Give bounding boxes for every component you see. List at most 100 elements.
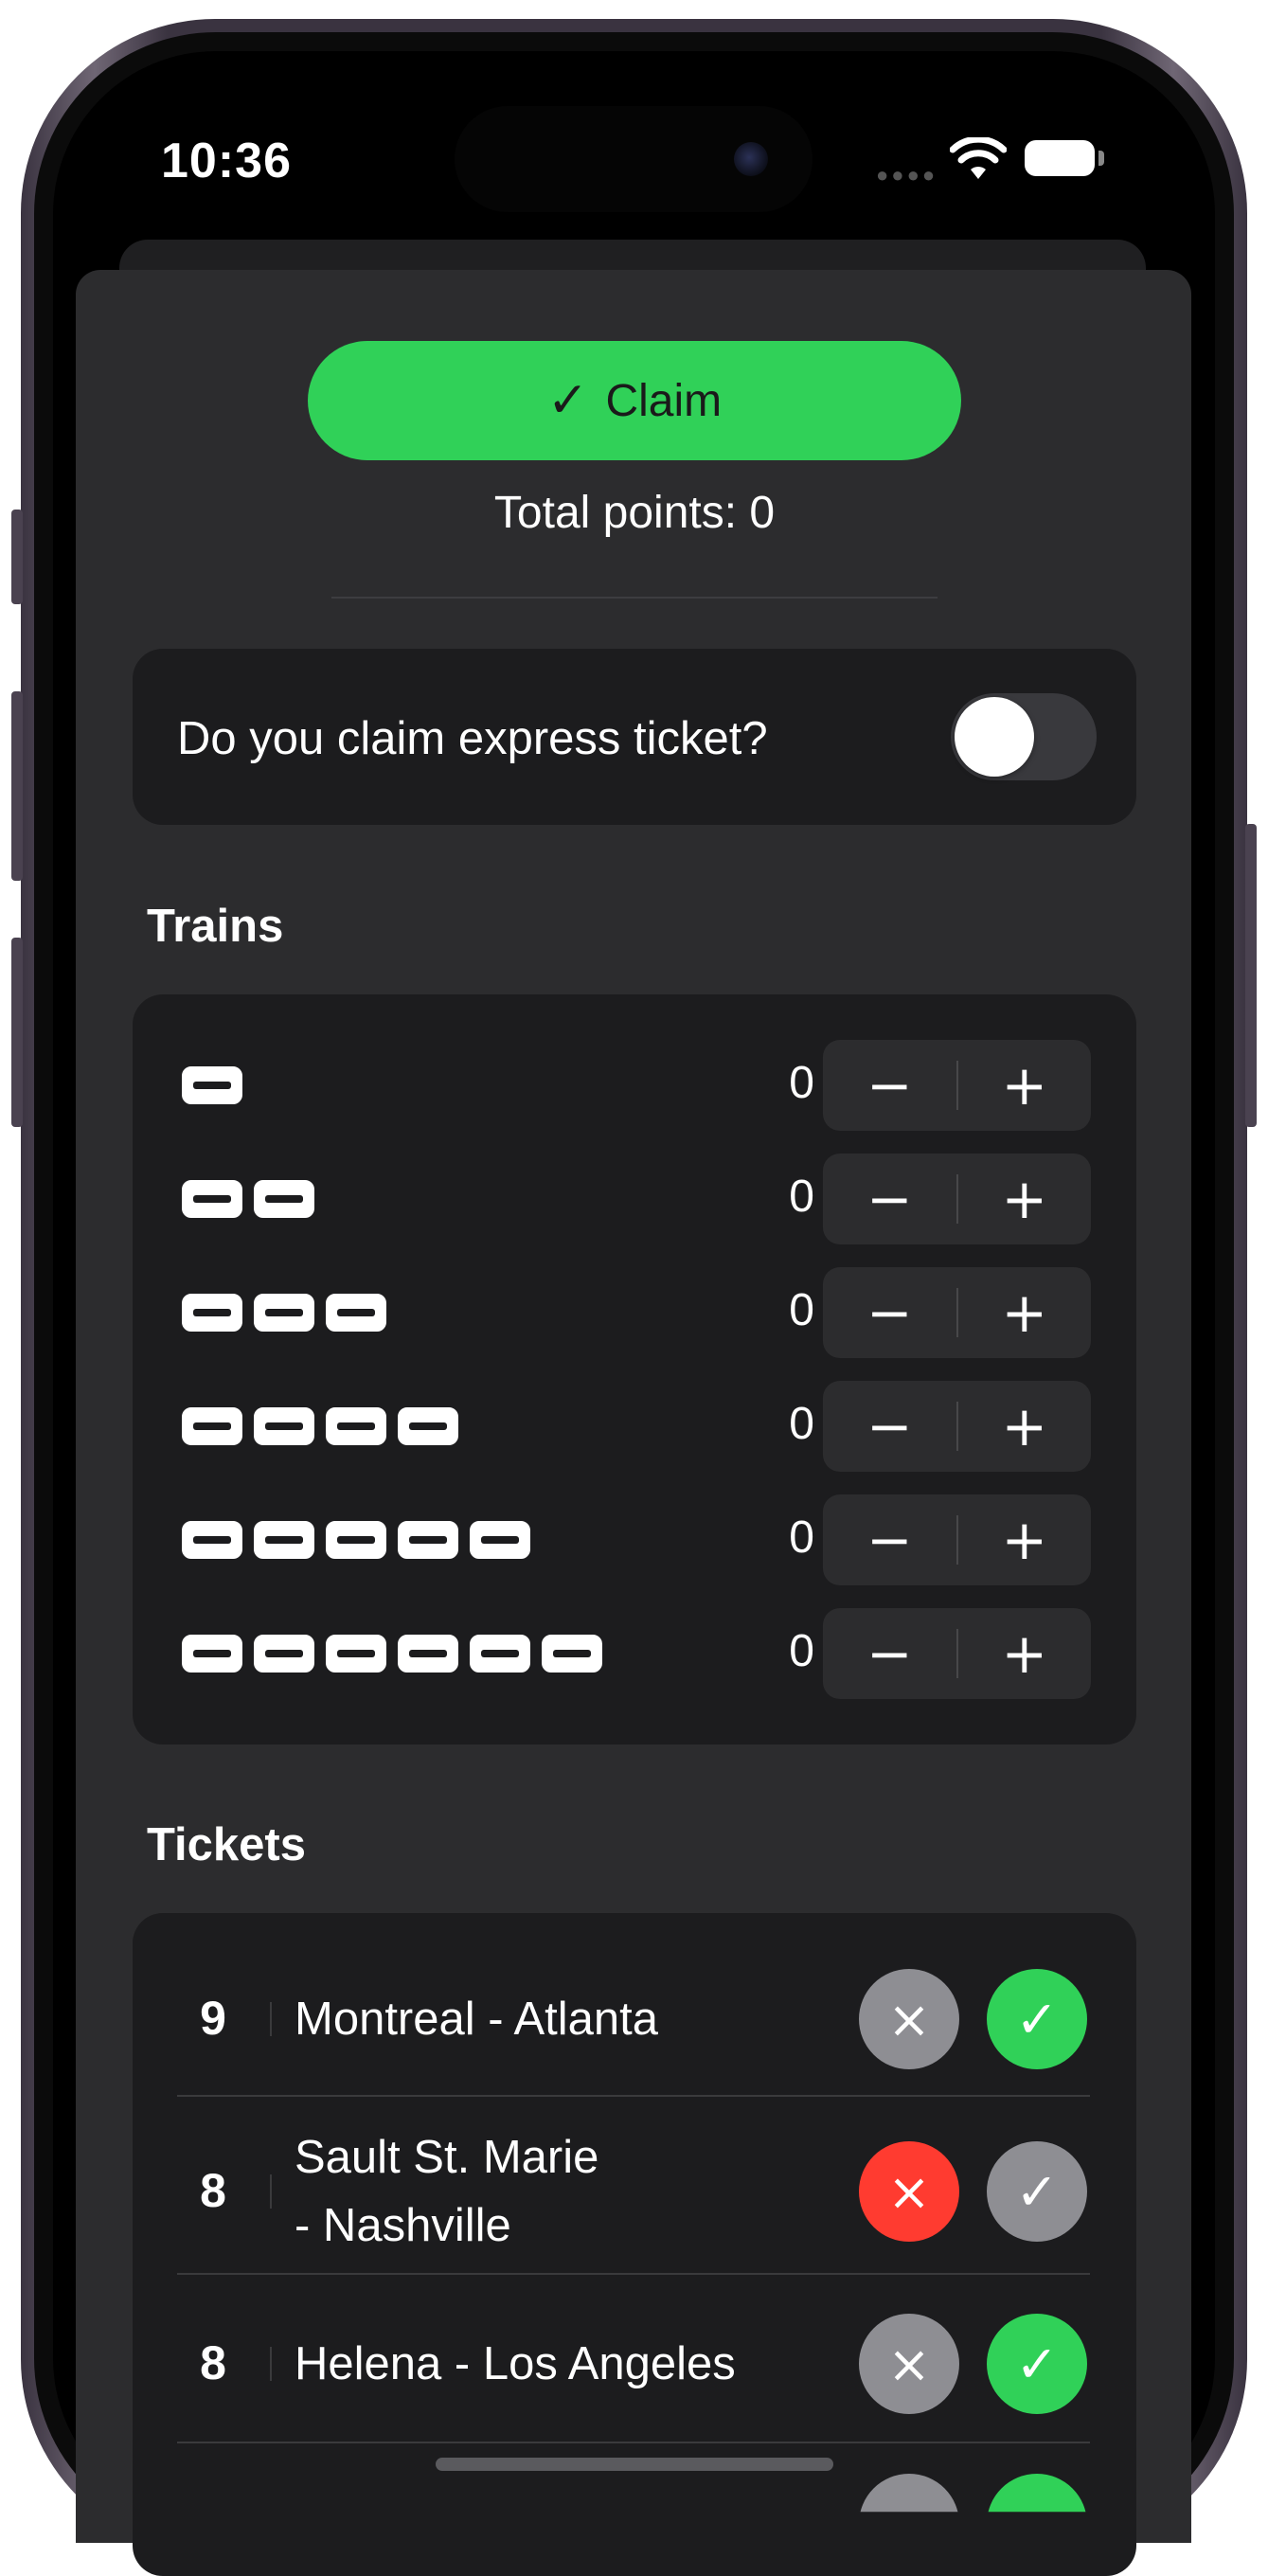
row-divider: [177, 2273, 1090, 2275]
ticket-separator: [270, 2002, 272, 2036]
increment-button[interactable]: +: [958, 1494, 1092, 1585]
train-car-icon: [254, 1635, 314, 1673]
ticket-route-line: Montreal - Atlanta: [295, 1994, 659, 2045]
train-car-icon: [470, 1635, 530, 1673]
train-cars-icon: [182, 1635, 602, 1673]
express-ticket-label: Do you claim express ticket?: [177, 713, 768, 764]
train-car-icon: [542, 1635, 602, 1673]
ticket-points: 8: [200, 2336, 226, 2389]
train-car-icon: [326, 1294, 386, 1332]
accept-ticket-button[interactable]: ✓: [987, 2141, 1087, 2242]
wifi-icon: [950, 137, 1007, 179]
train-row: 0− +: [133, 1608, 1136, 1699]
total-points: Total points: 0: [493, 488, 776, 538]
ticket-route: Sault St. Marie - Nashville: [295, 2123, 806, 2260]
train-count: 0: [789, 1058, 814, 1108]
train-count: 0: [789, 1399, 814, 1449]
train-car-icon: [182, 1635, 242, 1673]
decrement-button[interactable]: −: [823, 1267, 956, 1358]
volume-up-button: [11, 691, 23, 881]
ticket-separator: [270, 2174, 272, 2209]
reject-ticket-button[interactable]: ×: [859, 2314, 959, 2414]
increment-button[interactable]: +: [958, 1381, 1092, 1472]
train-car-icon: [182, 1407, 242, 1445]
battery-nub: [1098, 151, 1104, 166]
accept-ticket-button[interactable]: ✓: [987, 2314, 1087, 2414]
row-divider: [177, 2095, 1090, 2097]
train-car-icon: [254, 1294, 314, 1332]
train-stepper: − +: [823, 1267, 1091, 1358]
train-car-icon: [326, 1407, 386, 1445]
decrement-button[interactable]: −: [823, 1494, 956, 1585]
ticket-points: 8: [200, 2164, 226, 2217]
train-cars-icon: [182, 1407, 458, 1445]
train-count: 0: [789, 1626, 814, 1676]
train-cars-icon: [182, 1294, 386, 1332]
train-row: 0− +: [133, 1494, 1136, 1585]
ticket-points: 9: [200, 1992, 226, 2045]
train-car-icon: [182, 1521, 242, 1559]
ticket-route: Montreal - Atlanta: [295, 1985, 806, 2053]
train-stepper: − +: [823, 1494, 1091, 1585]
train-count: 0: [789, 1285, 814, 1335]
accept-ticket-button[interactable]: ✓: [987, 1969, 1087, 2069]
train-cars-icon: [182, 1521, 530, 1559]
decrement-button[interactable]: −: [823, 1381, 956, 1472]
train-car-icon: [182, 1066, 242, 1104]
train-car-icon: [398, 1521, 458, 1559]
reject-ticket-button[interactable]: ×: [859, 2141, 959, 2242]
train-car-icon: [182, 1294, 242, 1332]
increment-button[interactable]: +: [958, 1267, 1092, 1358]
train-car-icon: [254, 1180, 314, 1218]
increment-button[interactable]: +: [958, 1040, 1092, 1131]
claim-button[interactable]: ✓ Claim: [308, 341, 961, 460]
train-row: 0− +: [133, 1040, 1136, 1131]
train-stepper: − +: [823, 1608, 1091, 1699]
status-time: 10:36: [161, 134, 292, 188]
toggle-knob: [955, 697, 1034, 777]
row-divider: [177, 2442, 1090, 2443]
home-indicator: [436, 2458, 833, 2471]
decrement-button[interactable]: −: [823, 1154, 956, 1244]
train-car-icon: [326, 1635, 386, 1673]
claim-label: Claim: [605, 375, 723, 426]
train-car-icon: [398, 1635, 458, 1673]
power-button: [1245, 824, 1257, 1127]
train-car-icon: [182, 1180, 242, 1218]
train-car-icon: [254, 1407, 314, 1445]
checkmark-icon: ✓: [546, 372, 589, 429]
trains-section-title: Trains: [147, 901, 284, 952]
train-cars-icon: [182, 1066, 242, 1104]
ticket-route-line: - Nashville: [295, 2200, 511, 2251]
cellular-signal-icon: ●●●●: [876, 163, 938, 187]
action-button: [11, 510, 23, 604]
train-cars-icon: [182, 1180, 314, 1218]
train-stepper: − +: [823, 1040, 1091, 1131]
divider: [331, 597, 938, 599]
train-car-icon: [254, 1521, 314, 1559]
train-stepper: − +: [823, 1154, 1091, 1244]
train-car-icon: [398, 1407, 458, 1445]
increment-button[interactable]: +: [958, 1608, 1092, 1699]
train-row: 0− +: [133, 1267, 1136, 1358]
train-row: 0− +: [133, 1381, 1136, 1472]
decrement-button[interactable]: −: [823, 1608, 956, 1699]
express-ticket-toggle[interactable]: [951, 693, 1097, 780]
battery-icon: [1025, 140, 1095, 176]
volume-down-button: [11, 938, 23, 1127]
front-camera: [734, 142, 768, 176]
train-count: 0: [789, 1172, 814, 1222]
tickets-section-title: Tickets: [147, 1819, 306, 1870]
ticket-separator: [270, 2347, 272, 2381]
train-stepper: − +: [823, 1381, 1091, 1472]
ticket-route-line: Sault St. Marie: [295, 2132, 599, 2183]
train-car-icon: [326, 1521, 386, 1559]
ticket-route: Helena - Los Angeles: [295, 2330, 806, 2398]
train-row: 0− +: [133, 1154, 1136, 1244]
ticket-route-line: Helena - Los Angeles: [295, 2338, 736, 2389]
train-count: 0: [789, 1512, 814, 1563]
reject-ticket-button[interactable]: ×: [859, 1969, 959, 2069]
train-car-icon: [470, 1521, 530, 1559]
increment-button[interactable]: +: [958, 1154, 1092, 1244]
decrement-button[interactable]: −: [823, 1040, 956, 1131]
